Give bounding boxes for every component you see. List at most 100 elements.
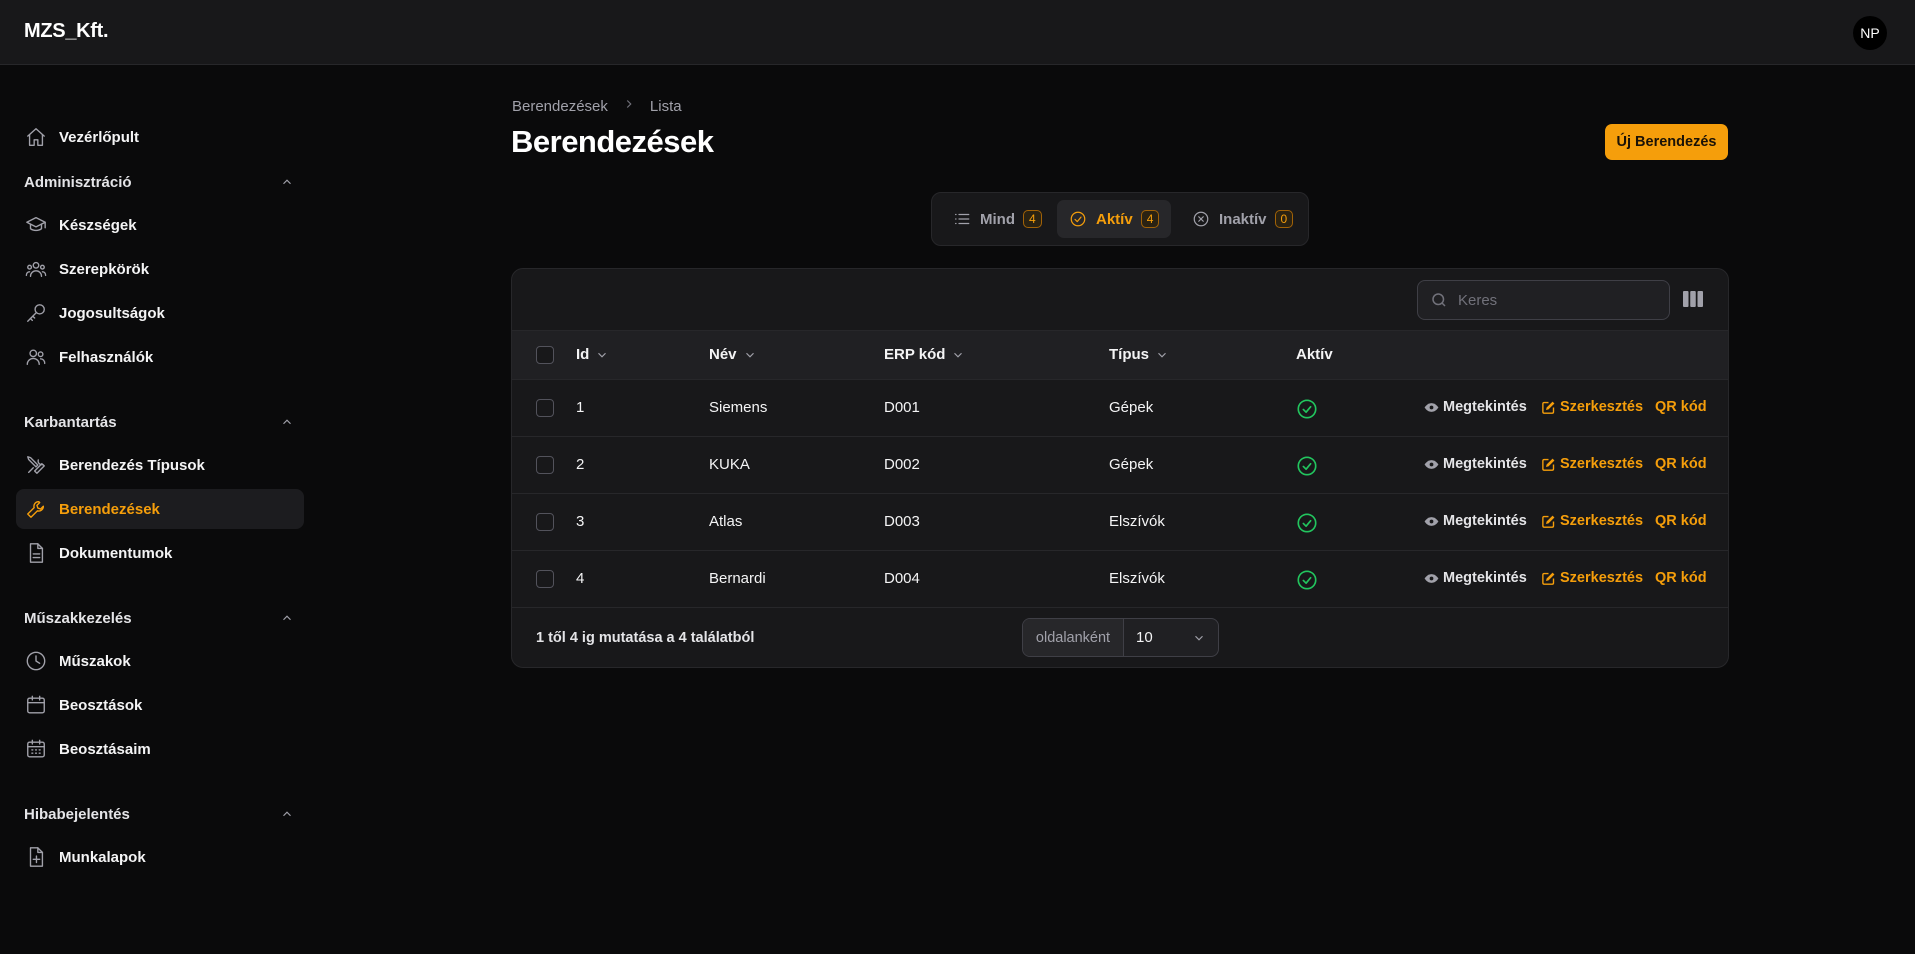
- edit-button[interactable]: Szerkesztés: [1541, 456, 1643, 472]
- table-row: 4 Bernardi D004 Elszívók Megtekintés Sze…: [512, 551, 1728, 608]
- cell-name: Bernardi: [709, 570, 766, 587]
- new-equipment-button[interactable]: Új Berendezés: [1605, 124, 1728, 160]
- search-box: [1417, 280, 1670, 320]
- search-input[interactable]: [1458, 291, 1658, 309]
- view-label: Megtekintés: [1443, 456, 1527, 472]
- group-header-administration[interactable]: Adminisztráció: [24, 170, 294, 194]
- document-plus-icon: [25, 846, 47, 868]
- eye-icon: [1424, 459, 1439, 469]
- column-header-name[interactable]: Név: [709, 346, 757, 363]
- sidebar-item-my-schedules[interactable]: Beosztásaim: [16, 729, 304, 769]
- per-page-select: oldalanként 10: [1022, 618, 1219, 657]
- row-checkbox[interactable]: [536, 570, 554, 588]
- users-icon: [25, 346, 47, 368]
- cell-name: KUKA: [709, 456, 750, 473]
- chevron-up-icon: [283, 615, 291, 621]
- calendar-icon: [25, 694, 47, 716]
- edit-button[interactable]: Szerkesztés: [1541, 513, 1643, 529]
- chevron-down-icon: [1158, 352, 1166, 358]
- row-checkbox[interactable]: [536, 513, 554, 531]
- qr-code-button[interactable]: QR kód: [1655, 399, 1707, 415]
- qr-code-button[interactable]: QR kód: [1655, 570, 1707, 586]
- sidebar-item-shifts[interactable]: Műszakok: [16, 641, 304, 681]
- tab-active[interactable]: Aktív 4: [1057, 200, 1172, 238]
- column-header-id[interactable]: Id: [576, 346, 609, 363]
- sidebar-item-roles[interactable]: Szerepkörök: [16, 249, 304, 289]
- tab-count-badge: 0: [1274, 210, 1294, 228]
- row-checkbox[interactable]: [536, 456, 554, 474]
- sidebar-item-label: Dokumentumok: [59, 544, 173, 562]
- brand-logo[interactable]: MZS_Kft.: [24, 20, 109, 43]
- user-avatar[interactable]: NP: [1853, 16, 1887, 50]
- cell-name: Siemens: [709, 399, 768, 416]
- sidebar-item-dashboard[interactable]: Vezérlőpult: [16, 117, 304, 157]
- breadcrumb: Berendezések Lista: [512, 97, 682, 115]
- group-label: Műszakkezelés: [24, 609, 132, 627]
- document-icon: [25, 542, 47, 564]
- sidebar-item-worksheets[interactable]: Munkalapok: [16, 837, 304, 877]
- cell-id: 4: [576, 570, 585, 587]
- clock-icon: [25, 650, 47, 672]
- select-all-checkbox[interactable]: [536, 346, 554, 364]
- edit-label: Szerkesztés: [1560, 456, 1644, 472]
- tab-inactive[interactable]: Inaktív 0: [1180, 200, 1305, 238]
- cell-id: 3: [576, 513, 585, 530]
- sidebar-item-label: Munkalapok: [59, 848, 146, 866]
- pencil-square-icon: [1542, 572, 1555, 585]
- chevron-down-icon: [1195, 635, 1203, 641]
- qr-code-button[interactable]: QR kód: [1655, 456, 1707, 472]
- row-checkbox[interactable]: [536, 399, 554, 417]
- view-button[interactable]: Megtekintés: [1424, 456, 1527, 472]
- sidebar-item-label: Készségek: [59, 216, 137, 234]
- sidebar-item-label: Berendezések: [59, 500, 160, 518]
- sidebar-item-label: Berendezés Típusok: [59, 456, 205, 474]
- column-header-type[interactable]: Típus: [1109, 346, 1169, 363]
- tab-label: Mind: [980, 210, 1015, 228]
- column-header-label: Név: [709, 346, 737, 363]
- pencil-square-icon: [1542, 401, 1555, 414]
- view-button[interactable]: Megtekintés: [1424, 570, 1527, 586]
- cell-erp-code: D002: [884, 456, 920, 473]
- per-page-value: 10: [1136, 629, 1153, 646]
- per-page-label: oldalanként: [1023, 619, 1124, 656]
- sidebar-item-documents[interactable]: Dokumentumok: [16, 533, 304, 573]
- edit-button[interactable]: Szerkesztés: [1541, 570, 1643, 586]
- tab-count-badge: 4: [1023, 210, 1042, 228]
- sidebar-item-skills[interactable]: Készségek: [16, 205, 304, 245]
- sidebar-item-permissions[interactable]: Jogosultságok: [16, 293, 304, 333]
- breadcrumb-item-equipment[interactable]: Berendezések: [512, 98, 608, 115]
- sidebar-item-label: Beosztások: [59, 696, 143, 714]
- academic-cap-icon: [25, 214, 47, 236]
- column-header-active: Aktív: [1296, 346, 1333, 363]
- view-button[interactable]: Megtekintés: [1424, 513, 1527, 529]
- qr-code-button[interactable]: QR kód: [1655, 513, 1707, 529]
- cell-type: Gépek: [1109, 456, 1154, 473]
- chevron-down-icon: [598, 352, 607, 358]
- column-header-erp-code[interactable]: ERP kód: [884, 346, 965, 363]
- table-header: Id Név ERP kód Típus Aktív: [512, 330, 1728, 380]
- sidebar-item-users[interactable]: Felhasználók: [16, 337, 304, 377]
- table-row: 1 Siemens D001 Gépek Megtekintés Szerkes…: [512, 380, 1728, 437]
- edit-button[interactable]: Szerkesztés: [1541, 399, 1643, 415]
- column-toggle-button[interactable]: [1683, 290, 1705, 310]
- top-bar: MZS_Kft. NP: [0, 0, 1915, 65]
- cell-id: 1: [576, 399, 585, 416]
- sidebar-item-equipment[interactable]: Berendezések: [16, 489, 304, 529]
- sidebar: Vezérlőpult Adminisztráció Készségek Sze…: [0, 65, 320, 954]
- pencil-square-icon: [1542, 515, 1555, 528]
- edit-label: Szerkesztés: [1560, 399, 1644, 415]
- eye-icon: [1424, 573, 1439, 583]
- cell-name: Atlas: [709, 513, 743, 530]
- cell-id: 2: [576, 456, 585, 473]
- view-button[interactable]: Megtekintés: [1424, 399, 1527, 415]
- group-header-incident-reporting[interactable]: Hibabejelentés: [24, 802, 294, 826]
- cell-erp-code: D001: [884, 399, 920, 416]
- sidebar-item-schedules[interactable]: Beosztások: [16, 685, 304, 725]
- cell-type: Gépek: [1109, 399, 1154, 416]
- sidebar-item-equipment-types[interactable]: Berendezés Típusok: [16, 445, 304, 485]
- tab-all[interactable]: Mind 4: [941, 200, 1054, 238]
- active-check-icon: [1296, 455, 1318, 477]
- per-page-dropdown[interactable]: 10: [1124, 619, 1218, 656]
- group-header-shift-management[interactable]: Műszakkezelés: [24, 606, 294, 630]
- group-header-maintenance[interactable]: Karbantartás: [24, 410, 294, 434]
